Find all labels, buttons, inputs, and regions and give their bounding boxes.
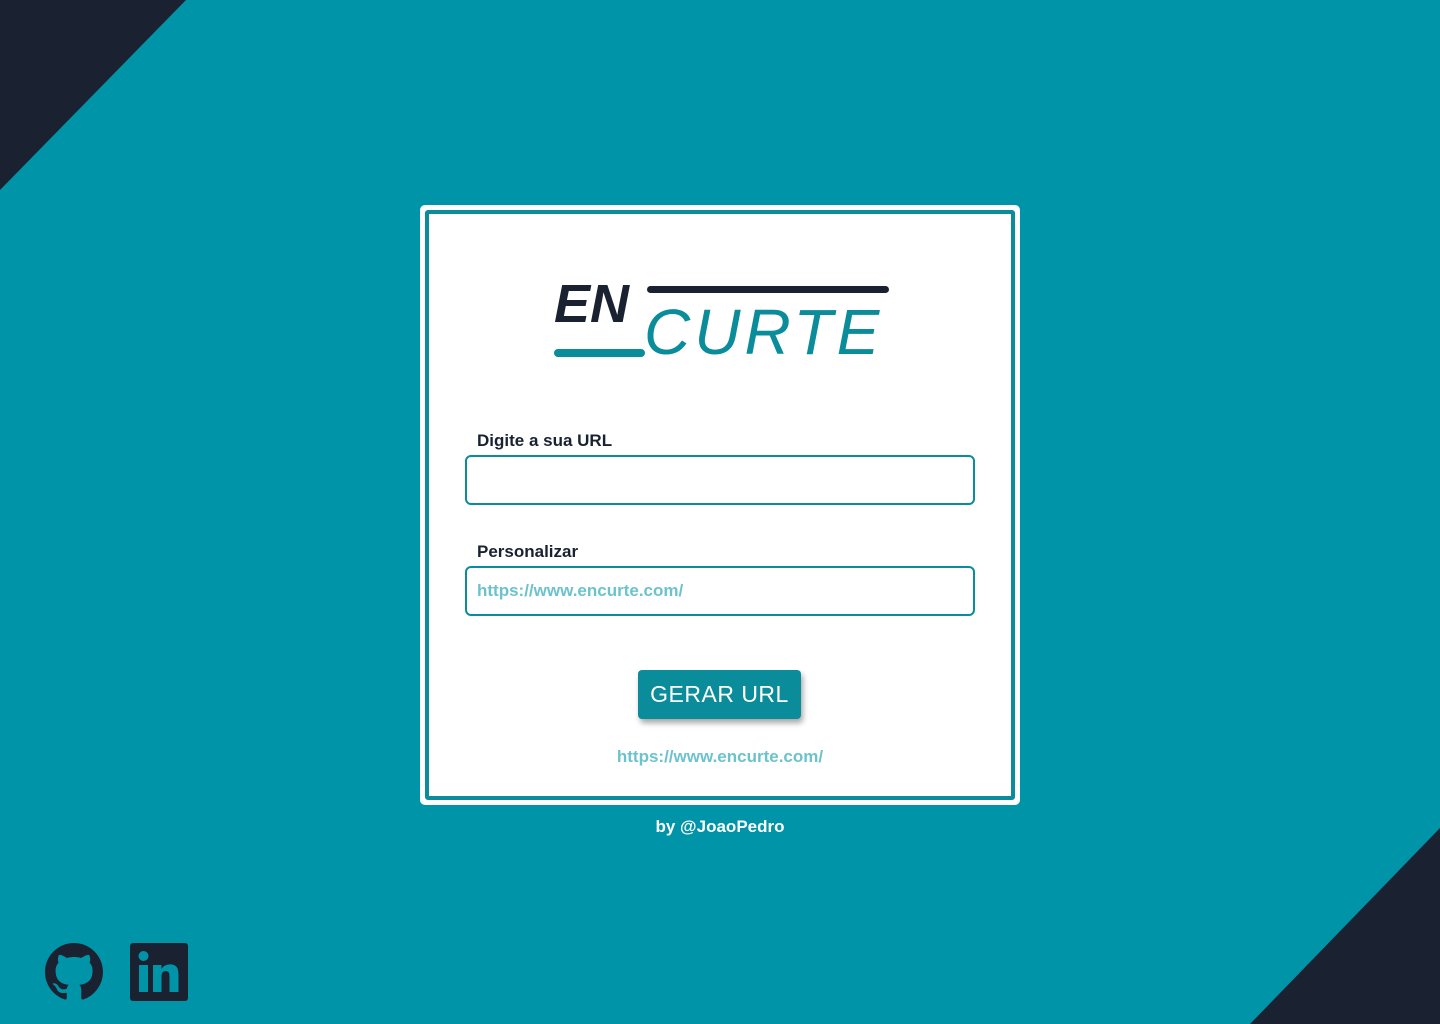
logo-bar-top — [647, 286, 889, 293]
corner-decoration-top-left — [0, 0, 186, 190]
shortened-url-link[interactable]: https://www.encurte.com/ — [420, 747, 1020, 767]
custom-label: Personalizar — [477, 542, 579, 561]
logo-bar-bottom — [554, 349, 645, 357]
corner-decoration-bottom-right — [1250, 828, 1440, 1024]
logo-text-curte: CURTE — [644, 296, 884, 368]
author-credit: by @JoaoPedro — [655, 817, 785, 836]
url-label: Digite a sua URL — [477, 431, 613, 450]
logo-text-en: EN — [554, 274, 630, 334]
encurte-logo: EN CURTE — [550, 274, 895, 368]
linkedin-icon[interactable] — [130, 943, 188, 1001]
custom-url-input[interactable] — [465, 566, 975, 616]
generate-url-button[interactable]: GERAR URL — [638, 670, 801, 719]
github-icon[interactable] — [45, 943, 103, 1001]
url-input[interactable] — [465, 455, 975, 505]
